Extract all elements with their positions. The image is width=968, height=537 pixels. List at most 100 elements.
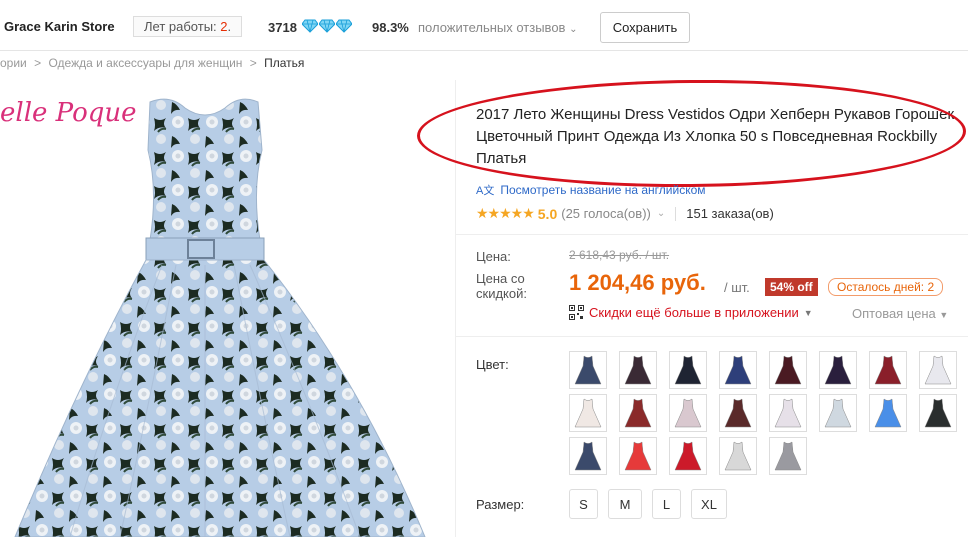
store-name[interactable]: Grace Karin Store [4, 19, 115, 34]
translate-icon: A文 [476, 185, 495, 197]
breadcrumb-item[interactable]: ории [0, 56, 27, 70]
breadcrumb-separator: > [34, 56, 42, 70]
color-swatch[interactable] [619, 394, 657, 432]
orders-count: 151 заказа(ов) [686, 206, 774, 221]
discount-price-label-line1: Цена со [476, 271, 525, 286]
divider [456, 336, 968, 337]
color-swatch[interactable] [769, 351, 807, 389]
qr-code-icon [569, 305, 584, 320]
wholesale-price-text: Оптовая цена [852, 306, 936, 321]
store-header: Grace Karin Store Лет работы: 2. 3718 98… [0, 0, 968, 51]
color-swatch[interactable] [869, 351, 907, 389]
diamond-icon [302, 19, 318, 33]
rating-row: ★★★★★ 5.0 (25 голоса(ов)) ⌄ 151 заказа(о… [476, 205, 774, 222]
dress-thumbnail-icon [624, 355, 652, 385]
dress-image [14, 98, 426, 537]
color-swatch[interactable] [669, 351, 707, 389]
dress-thumbnail-icon [824, 398, 852, 428]
color-swatch[interactable] [669, 394, 707, 432]
save-store-button[interactable]: Сохранить [600, 12, 690, 43]
years-suffix: . [227, 19, 232, 34]
divider [456, 234, 968, 235]
discount-badge: 54% off [765, 278, 818, 296]
days-left-badge: Осталось дней: 2 [828, 278, 944, 296]
positive-feedback-text: положительных отзывов [418, 20, 566, 35]
star-rating-icon: ★★★★★ [476, 205, 535, 221]
price-unit: / шт. [724, 280, 750, 295]
size-label: Размер: [476, 497, 525, 512]
translate-title-text: Посмотреть название на английском [500, 183, 706, 197]
color-swatch[interactable] [719, 437, 757, 475]
color-swatch[interactable] [919, 394, 957, 432]
dress-thumbnail-icon [924, 355, 952, 385]
dress-thumbnail-icon [574, 441, 602, 471]
years-badge: Лет работы: 2. [133, 16, 243, 37]
dress-thumbnail-icon [724, 355, 752, 385]
dress-thumbnail-icon [574, 355, 602, 385]
divider [675, 206, 677, 221]
dress-thumbnail-icon [874, 398, 902, 428]
dress-thumbnail-icon [874, 355, 902, 385]
app-deal-link[interactable]: Скидки ещё больше в приложении ▼ [569, 305, 813, 320]
diamond-icon [319, 19, 335, 33]
color-swatch[interactable] [769, 394, 807, 432]
color-swatch[interactable] [769, 437, 807, 475]
diamond-icon [336, 19, 352, 33]
wholesale-price-link[interactable]: Оптовая цена ▼ [852, 306, 948, 321]
dress-thumbnail-icon [774, 398, 802, 428]
dress-thumbnail-icon [724, 441, 752, 471]
breadcrumb-item-category[interactable]: Одежда и аксессуары для женщин [48, 56, 242, 70]
rating-score: 5.0 [537, 205, 558, 222]
dress-thumbnail-icon [824, 355, 852, 385]
dress-thumbnail-icon [724, 398, 752, 428]
size-option-s[interactable]: S [569, 489, 598, 519]
dress-thumbnail-icon [574, 398, 602, 428]
dress-thumbnail-icon [624, 398, 652, 428]
diamond-rating [302, 19, 352, 33]
dress-thumbnail-icon [924, 398, 952, 428]
size-option-l[interactable]: L [652, 489, 681, 519]
color-swatch[interactable] [569, 351, 607, 389]
product-image[interactable]: elle Poque [0, 80, 456, 537]
breadcrumb-current: Платья [264, 56, 305, 70]
dress-thumbnail-icon [674, 355, 702, 385]
color-swatch[interactable] [819, 351, 857, 389]
reviews-count-link[interactable]: (25 голоса(ов)) [561, 206, 651, 221]
color-swatch[interactable] [619, 351, 657, 389]
size-option-xl[interactable]: XL [691, 489, 727, 519]
chevron-down-icon: ⌄ [569, 24, 578, 35]
breadcrumb: ории > Одежда и аксессуары для женщин > … [0, 56, 304, 70]
size-option-m[interactable]: M [608, 489, 642, 519]
sale-price: 1 204,46 руб. [569, 270, 706, 295]
caret-down-icon: ▼ [939, 310, 949, 320]
breadcrumb-separator: > [249, 56, 257, 70]
color-label: Цвет: [476, 357, 509, 372]
color-swatch[interactable] [719, 351, 757, 389]
color-swatch[interactable] [619, 437, 657, 475]
color-swatch[interactable] [719, 394, 757, 432]
translate-title-link[interactable]: A文 Посмотреть название на английском [476, 182, 706, 198]
color-swatch[interactable] [919, 351, 957, 389]
app-deal-text: Скидки ещё больше в приложении [589, 305, 799, 320]
discount-price-label-line2: скидкой: [476, 286, 527, 301]
positive-feedback-pct: 98.3% [372, 20, 409, 35]
chevron-down-icon[interactable]: ⌄ [657, 208, 665, 219]
dress-thumbnail-icon [674, 441, 702, 471]
years-label: Лет работы: [144, 19, 217, 34]
dress-thumbnail-icon [624, 441, 652, 471]
store-rating-count: 3718 [268, 20, 297, 35]
color-swatch[interactable] [819, 394, 857, 432]
color-swatch[interactable] [569, 437, 607, 475]
color-swatch[interactable] [669, 437, 707, 475]
price-label: Цена: [476, 249, 511, 264]
color-swatch[interactable] [569, 394, 607, 432]
positive-feedback-label[interactable]: положительных отзывов ⌄ [418, 20, 577, 35]
dress-thumbnail-icon [774, 355, 802, 385]
years-value: 2 [220, 19, 228, 34]
dress-thumbnail-icon [774, 441, 802, 471]
highlight-oval [416, 77, 967, 190]
brand-logo: elle Poque [0, 98, 137, 128]
dress-thumbnail-icon [674, 398, 702, 428]
caret-down-icon: ▼ [803, 307, 813, 318]
color-swatch[interactable] [869, 394, 907, 432]
